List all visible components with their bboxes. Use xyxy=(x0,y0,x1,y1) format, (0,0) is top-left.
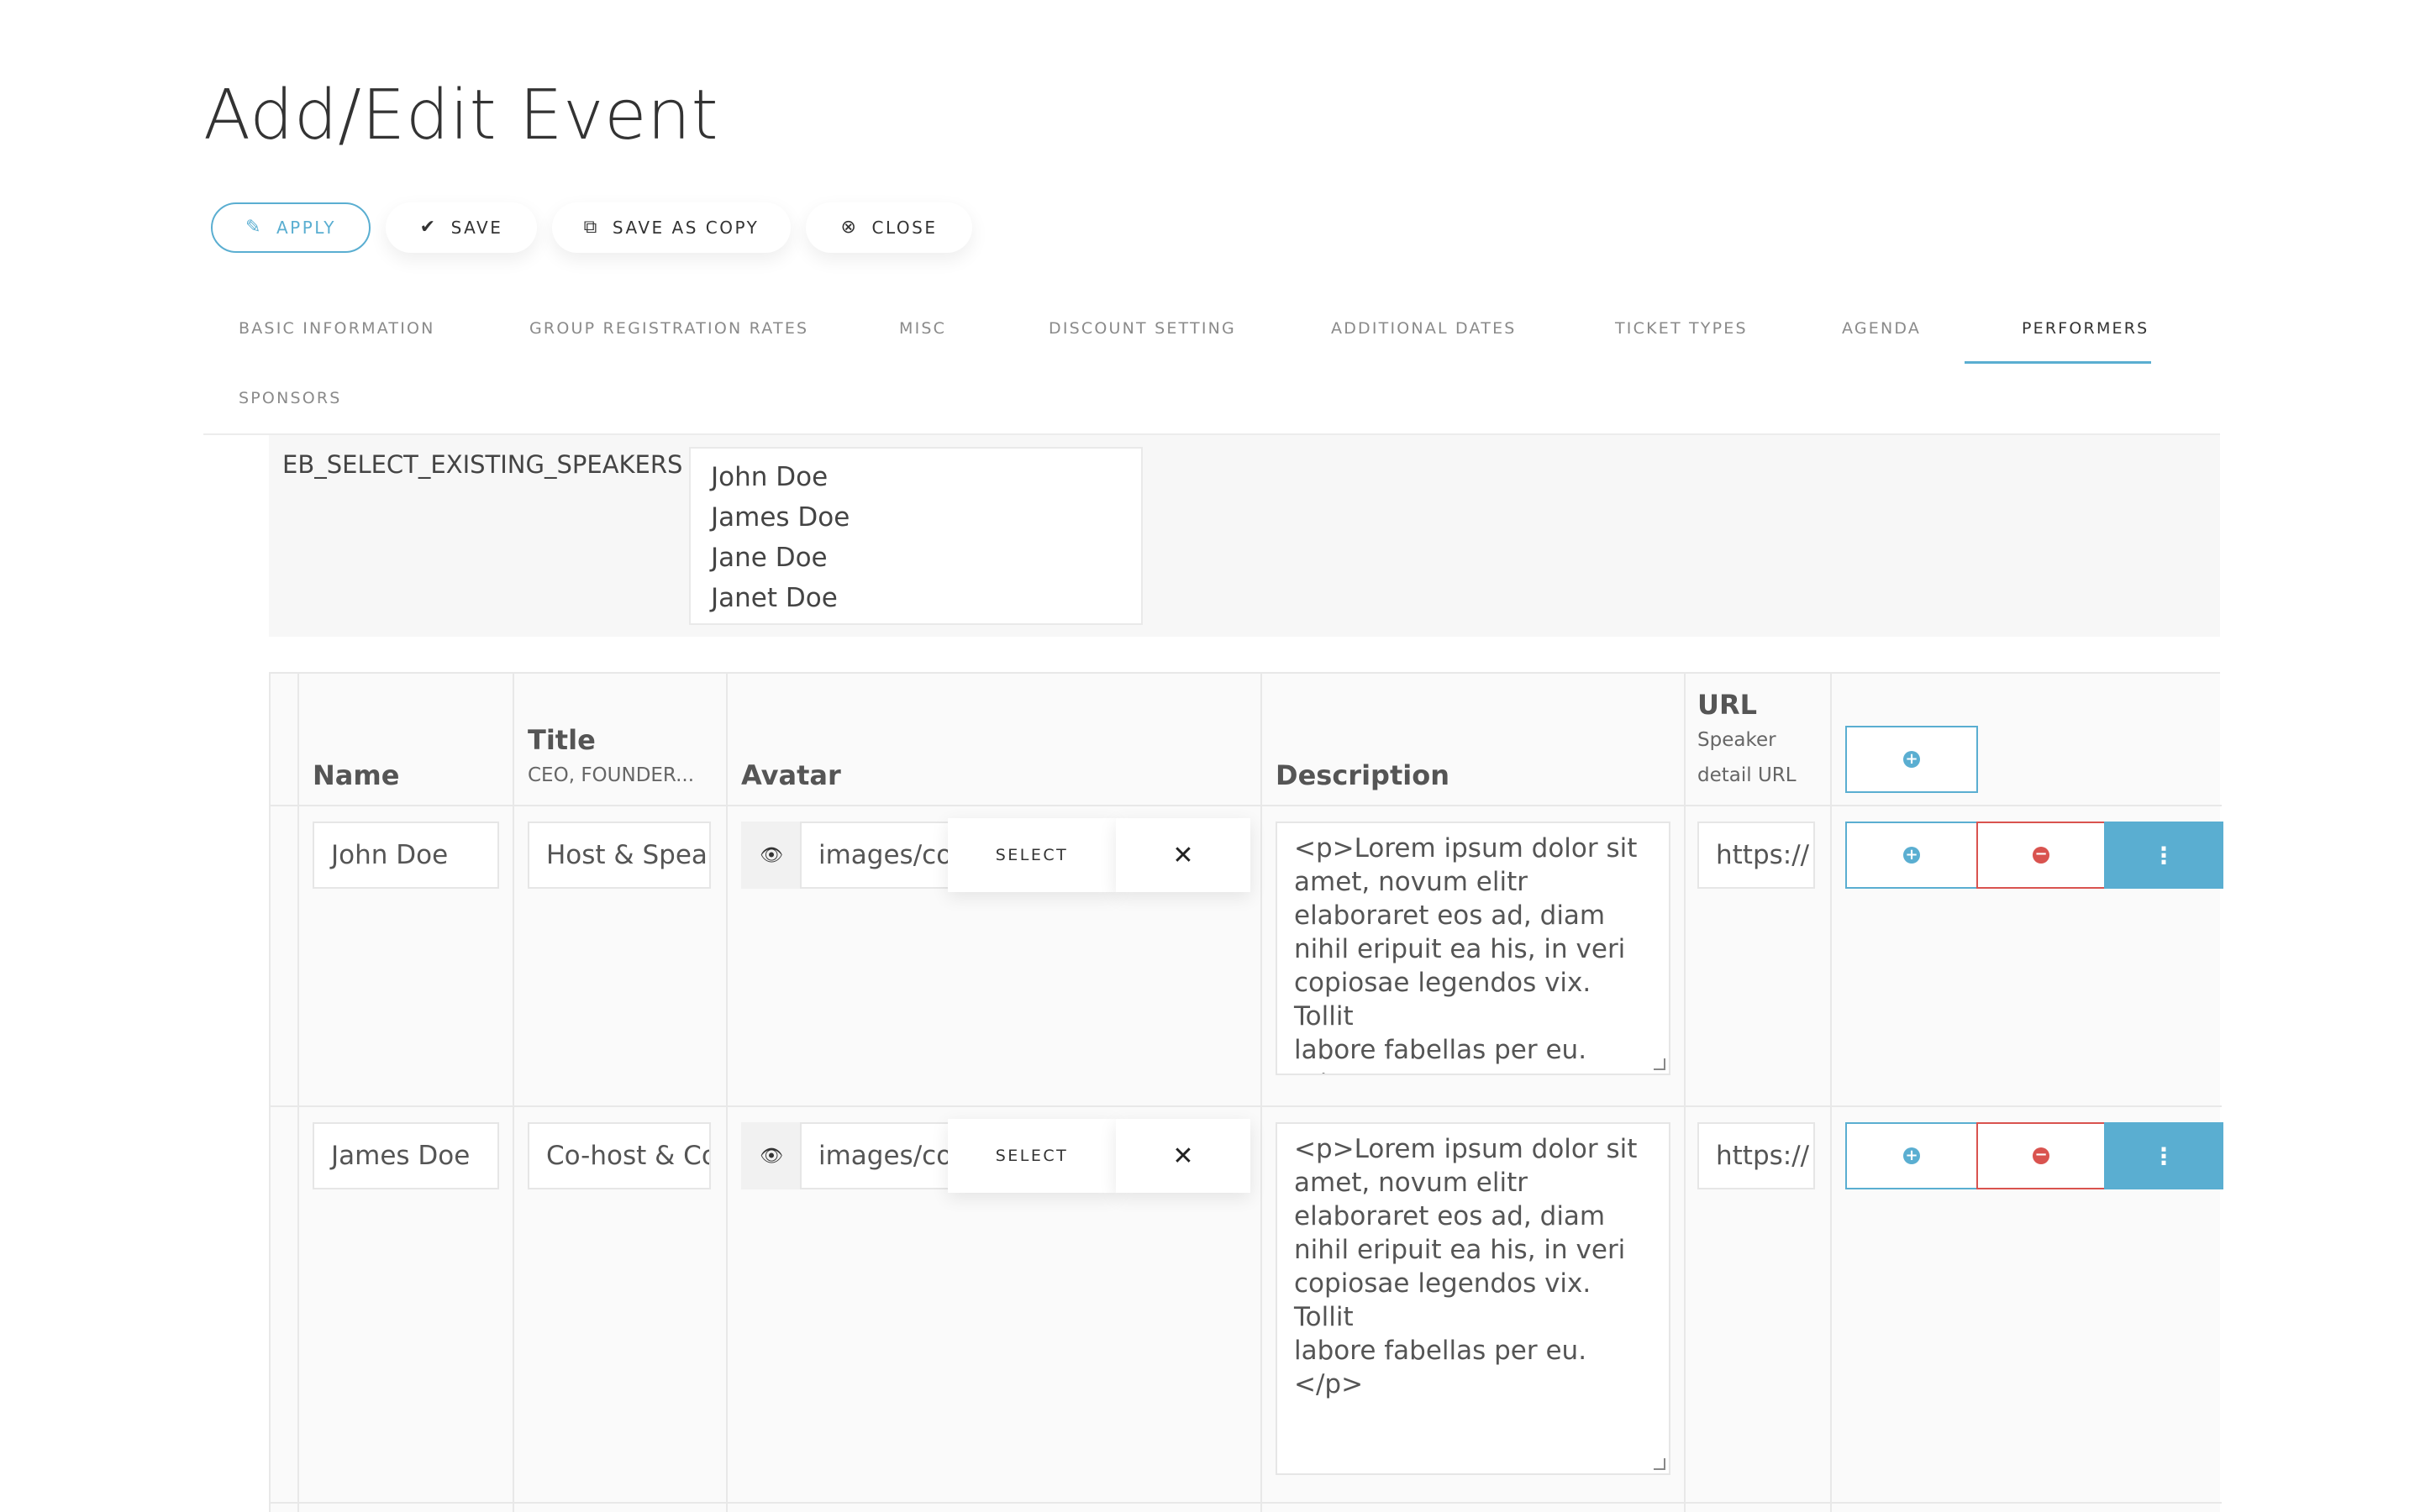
remove-row-button[interactable]: − xyxy=(1976,822,2106,889)
performers-table: Name Title CEO, FOUNDER... Avatar Descri… xyxy=(269,672,2223,1512)
select-avatar-button[interactable]: SELECT xyxy=(948,818,1116,892)
header-title-hint: CEO, FOUNDER... xyxy=(528,764,695,786)
speaker-option[interactable]: Jane Doe xyxy=(711,538,1121,578)
tab-misc[interactable]: MISC xyxy=(899,319,946,338)
plus-circle-icon: + xyxy=(1903,751,1920,768)
close-circle-icon: ⊗ xyxy=(840,217,859,238)
description-textarea[interactable]: <p>Lorem ipsum dolor sit amet, novum eli… xyxy=(1276,822,1670,1075)
row-divider xyxy=(271,1105,2222,1107)
row-divider xyxy=(271,805,2222,806)
tab-basic-information[interactable]: BASIC INFORMATION xyxy=(239,319,435,338)
eye-icon[interactable]: 👁 xyxy=(741,822,802,889)
speaker-select-panel: EB_SELECT_EXISTING_SPEAKERS John Doe Jam… xyxy=(269,435,2220,637)
header-avatar: Avatar xyxy=(741,759,841,791)
column-divider xyxy=(513,674,514,1512)
avatar-input[interactable]: images/com_eventbooking/ xyxy=(800,822,951,889)
remove-row-button[interactable]: − xyxy=(1976,1122,2106,1189)
add-row-button[interactable]: + xyxy=(1845,822,1978,889)
tab-additional-dates[interactable]: ADDITIONAL DATES xyxy=(1331,319,1517,338)
column-divider xyxy=(1260,674,1262,1512)
minus-circle-icon: − xyxy=(2033,1147,2049,1164)
header-url: URL xyxy=(1697,689,1758,721)
header-url-hint: Speaker xyxy=(1697,729,1776,751)
tab-agenda[interactable]: AGENDA xyxy=(1842,319,1921,338)
speaker-multiselect[interactable]: John Doe James Doe Jane Doe Janet Doe xyxy=(689,447,1143,625)
avatar-input[interactable]: images/com_eventbooking/ xyxy=(800,1122,951,1189)
header-url-hint: detail URL xyxy=(1697,764,1797,786)
add-row-button[interactable]: + xyxy=(1845,726,1978,793)
header-name: Name xyxy=(313,759,400,791)
url-input[interactable]: https:// xyxy=(1697,822,1815,889)
tab-group-registration-rates[interactable]: GROUP REGISTRATION RATES xyxy=(529,319,808,338)
active-tab-indicator xyxy=(1965,361,2151,364)
tab-discount-setting[interactable]: DISCOUNT SETTING xyxy=(1049,319,1236,338)
edit-icon: ✎ xyxy=(245,217,263,238)
apply-button[interactable]: ✎ APPLY xyxy=(211,202,371,253)
more-vertical-icon: ⋮ xyxy=(2152,841,2175,869)
close-icon: ✕ xyxy=(1172,840,1194,870)
url-input[interactable]: https:// xyxy=(1697,1122,1815,1189)
tab-bar: BASIC INFORMATION GROUP REGISTRATION RAT… xyxy=(203,302,2220,435)
resize-handle-icon[interactable] xyxy=(1654,1058,1665,1070)
eye-icon[interactable]: 👁 xyxy=(741,1122,802,1189)
close-label: CLOSE xyxy=(871,218,938,238)
column-divider xyxy=(1830,674,1832,1512)
more-vertical-icon: ⋮ xyxy=(2152,1142,2175,1170)
minus-circle-icon: − xyxy=(2033,847,2049,864)
name-input[interactable]: John Doe xyxy=(313,822,499,889)
speaker-select-label: EB_SELECT_EXISTING_SPEAKERS xyxy=(282,450,683,479)
save-label: SAVE xyxy=(450,218,503,238)
plus-circle-icon: + xyxy=(1903,1147,1920,1164)
toolbar: ✎ APPLY ✔ SAVE ⧉ SAVE AS COPY ⊗ CLOSE xyxy=(211,202,972,253)
title-input[interactable]: Host & Speaker xyxy=(528,822,711,889)
resize-handle-icon[interactable] xyxy=(1654,1458,1665,1470)
header-description: Description xyxy=(1276,759,1449,791)
save-as-copy-label: SAVE AS COPY xyxy=(612,218,760,238)
column-divider xyxy=(297,674,299,1512)
title-input[interactable]: Co-host & Co-speaker xyxy=(528,1122,711,1189)
description-textarea[interactable]: <p>Lorem ipsum dolor sit amet, novum eli… xyxy=(1276,1122,1670,1475)
plus-circle-icon: + xyxy=(1903,847,1920,864)
tab-ticket-types[interactable]: TICKET TYPES xyxy=(1615,319,1748,338)
check-icon: ✔ xyxy=(419,217,438,238)
drag-handle-button[interactable]: ⋮ xyxy=(2104,1122,2223,1189)
clear-avatar-button[interactable]: ✕ xyxy=(1116,818,1250,892)
save-as-copy-button[interactable]: ⧉ SAVE AS COPY xyxy=(552,202,791,253)
name-input[interactable]: James Doe xyxy=(313,1122,499,1189)
close-icon: ✕ xyxy=(1172,1141,1194,1171)
tab-sponsors[interactable]: SPONSORS xyxy=(239,389,342,407)
clear-avatar-button[interactable]: ✕ xyxy=(1116,1119,1250,1193)
column-divider xyxy=(1684,674,1686,1512)
speaker-option[interactable]: John Doe xyxy=(711,457,1121,497)
speaker-option[interactable]: Janet Doe xyxy=(711,578,1121,618)
column-divider xyxy=(726,674,728,1512)
speaker-option[interactable]: James Doe xyxy=(711,497,1121,538)
copy-icon: ⧉ xyxy=(583,217,599,238)
select-avatar-button[interactable]: SELECT xyxy=(948,1119,1116,1193)
close-button[interactable]: ⊗ CLOSE xyxy=(806,202,972,253)
page-title: Add/Edit Event xyxy=(203,76,719,155)
tab-performers[interactable]: PERFORMERS xyxy=(2022,319,2149,338)
header-title: Title xyxy=(528,724,596,756)
apply-label: APPLY xyxy=(276,218,336,238)
row-divider xyxy=(271,1502,2222,1504)
save-button[interactable]: ✔ SAVE xyxy=(386,202,537,253)
add-row-button[interactable]: + xyxy=(1845,1122,1978,1189)
drag-handle-button[interactable]: ⋮ xyxy=(2104,822,2223,889)
